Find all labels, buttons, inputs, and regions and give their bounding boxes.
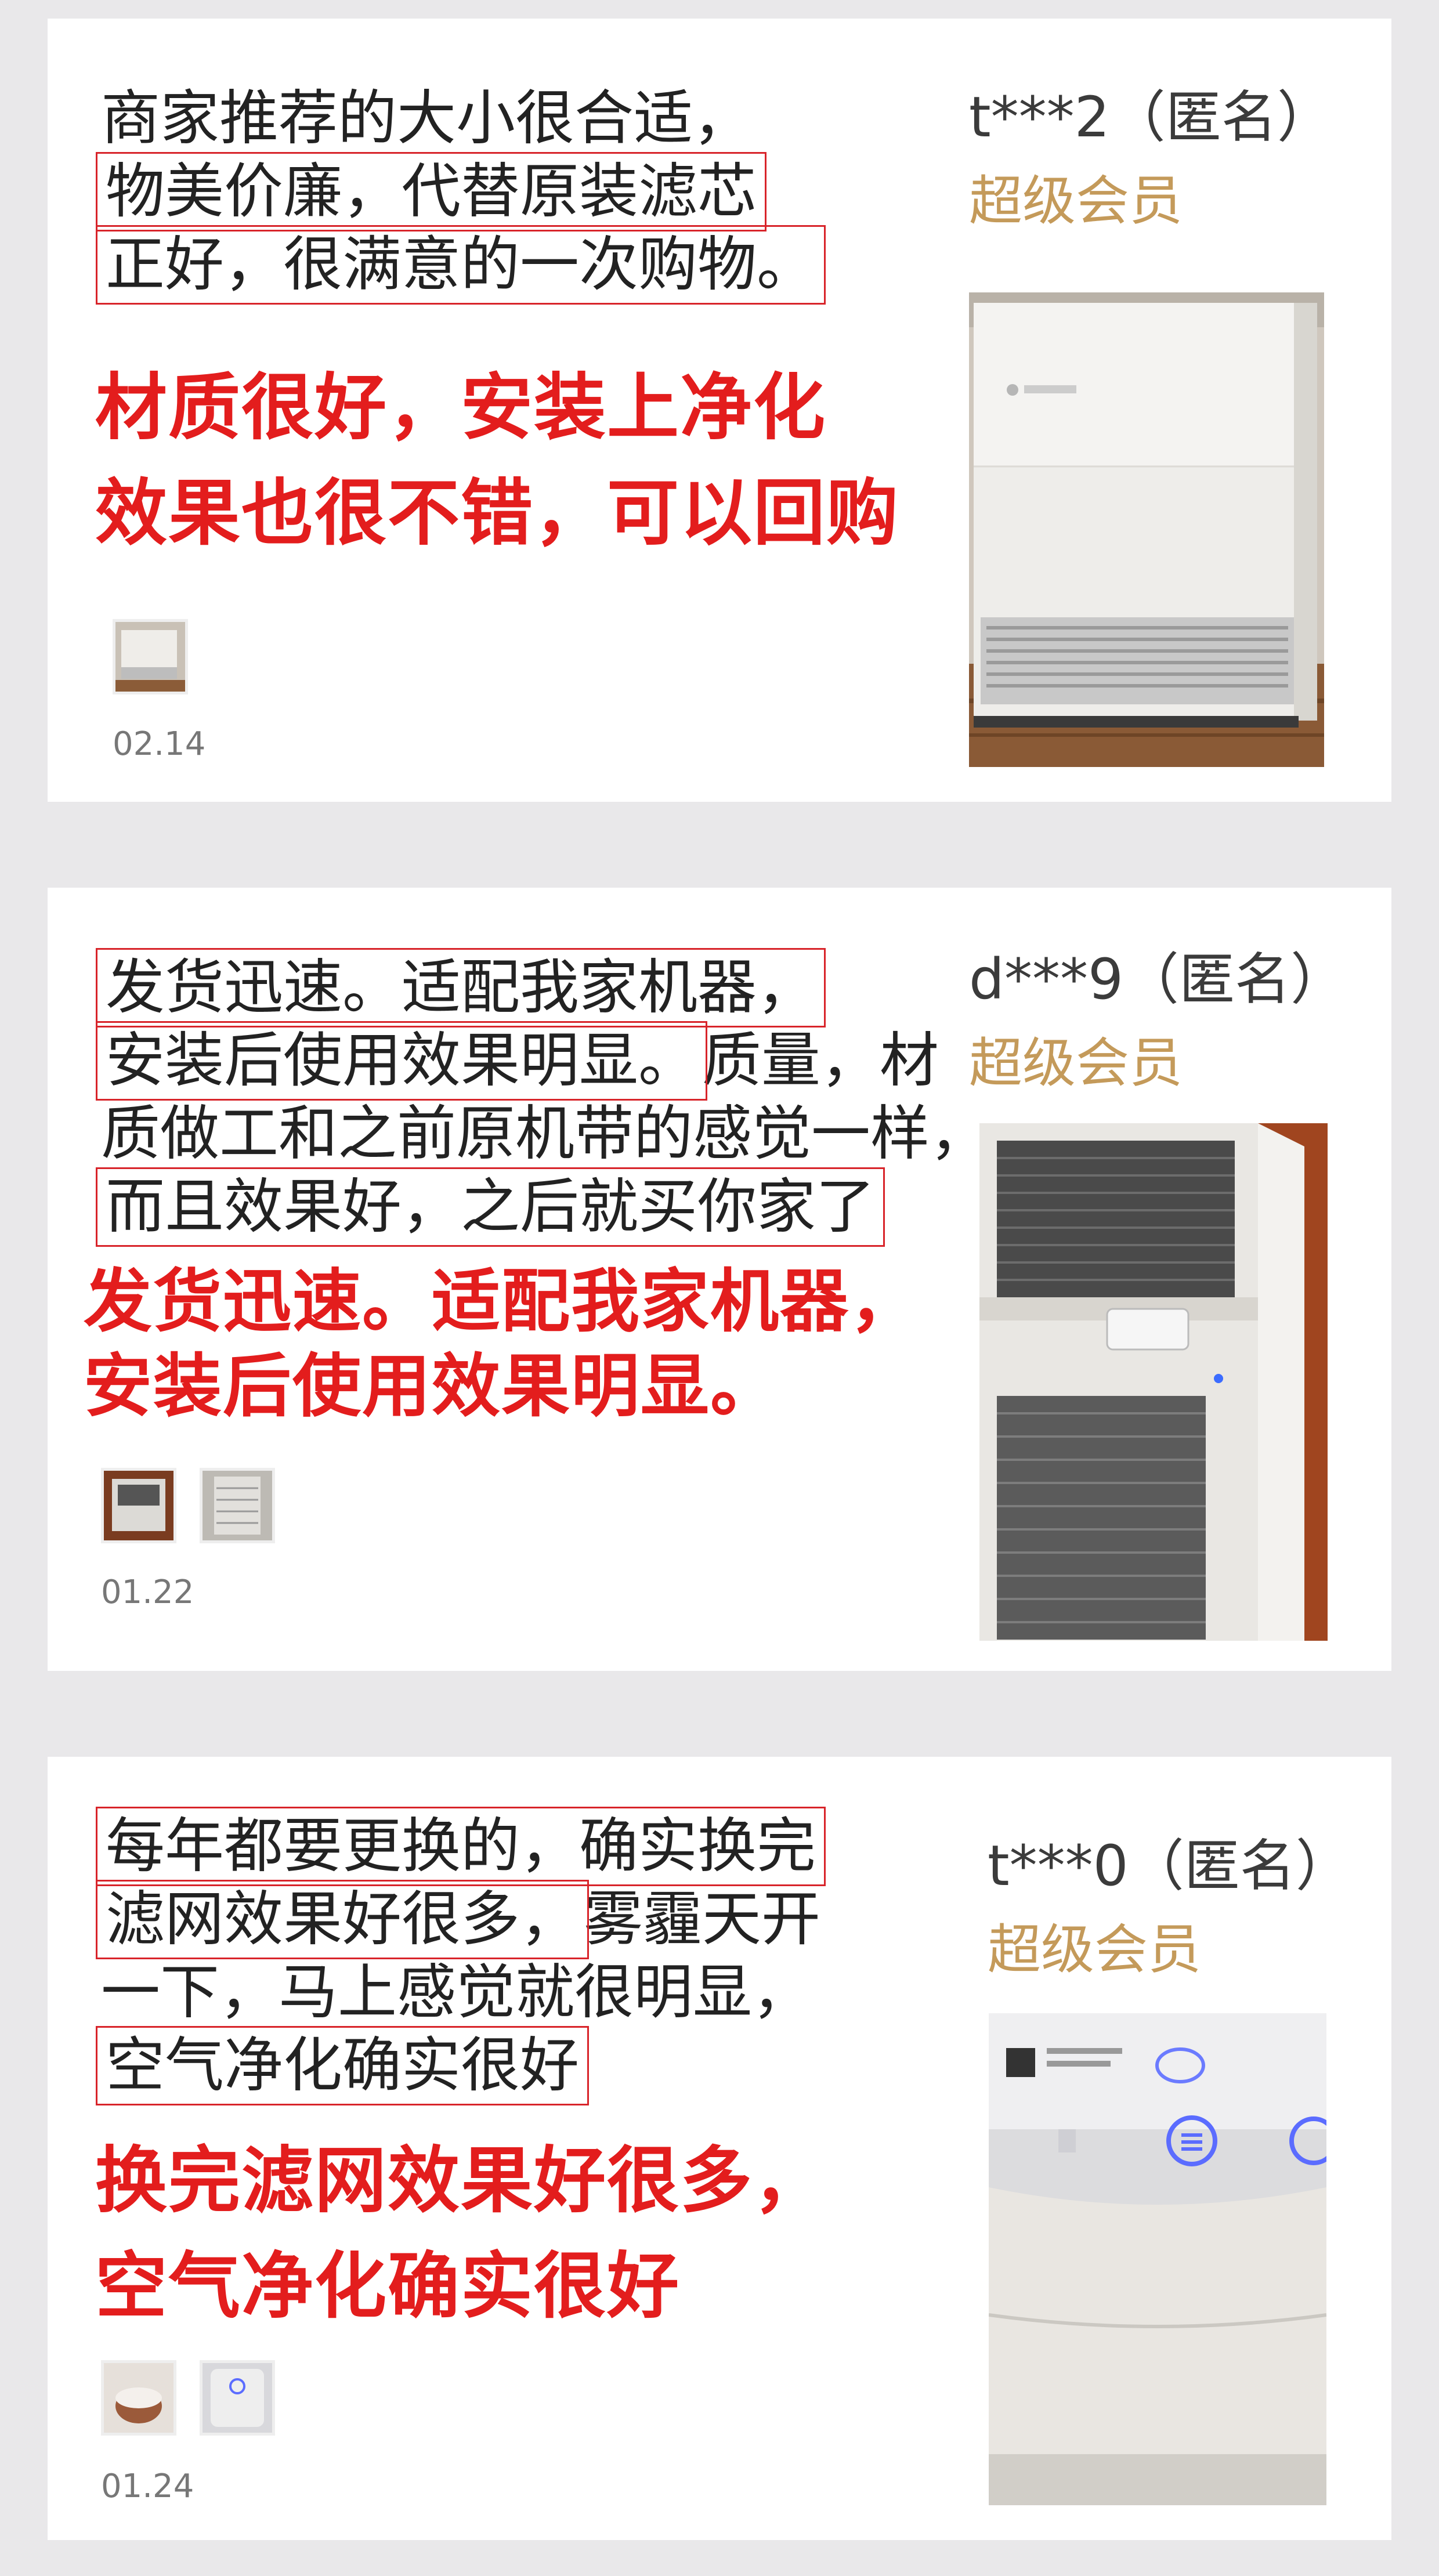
review-thumbnail[interactable] [200, 2360, 275, 2436]
quote-line: 效果也很不错，可以回购 [95, 472, 900, 555]
review-card-3: 每年都要更换的，确实换完 滤网效果好很多，雾霾天开 一下，马上感觉就很明显， 空… [48, 1757, 1391, 2540]
quote-line: 换完滤网效果好很多， [95, 2139, 827, 2223]
review-text: 发货迅速。适配我家机器， 安装后使用效果明显。质量，材 质做工和之前原机带的感觉… [96, 948, 989, 1247]
air-purifier-thumbnail-icon [115, 622, 185, 692]
review-date: 01.24 [101, 2468, 194, 2505]
cup-thumbnail-1-icon [104, 2363, 173, 2433]
review-thumbnail[interactable] [200, 1468, 275, 1543]
review-text-line-highlighted: 每年都要更换的，确实换完 [96, 1807, 826, 1886]
review-photo[interactable] [989, 2013, 1326, 2505]
review-thumbnail[interactable] [101, 1468, 176, 1543]
review-text: 每年都要更换的，确实换完 滤网效果好很多，雾霾天开 一下，马上感觉就很明显， 空… [96, 1807, 826, 2105]
purifier-thumbnail-1-icon [104, 1471, 173, 1540]
quote-line: 安装后使用效果明显。 [84, 1346, 780, 1426]
reviewer-name: t***0（匿名） [988, 1833, 1351, 1898]
review-text-line: 商家推荐的大小很合适， [101, 84, 752, 153]
review-text: 商家推荐的大小很合适， 物美价廉，代替原装滤芯 正好，很满意的一次购物。 [96, 82, 826, 305]
review-text-line-highlighted: 物美价廉，代替原装滤芯 [96, 152, 766, 231]
purifier-thumbnail-2-icon [203, 2363, 272, 2433]
highlight-quote: 发货迅速。适配我家机器， 安装后使用效果明显。 [84, 1259, 919, 1428]
review-text-line-highlighted: 发货迅速。适配我家机器， [96, 948, 826, 1027]
quote-line: 材质很好，安装上净化 [95, 366, 827, 450]
review-thumbnail[interactable] [101, 2360, 176, 2436]
air-purifier-top-photo-icon [979, 1123, 1328, 1641]
quote-line: 发货迅速。适配我家机器， [84, 1261, 920, 1341]
member-badge: 超级会员 [969, 170, 1183, 232]
review-text-line-highlighted: 正好，很满意的一次购物。 [96, 225, 826, 305]
reviewer-name: t***2（匿名） [969, 85, 1333, 150]
review-card-1: 商家推荐的大小很合适， 物美价廉，代替原装滤芯 正好，很满意的一次购物。 材质很… [48, 19, 1391, 802]
review-date: 02.14 [113, 725, 206, 763]
quote-line: 空气净化确实很好 [95, 2245, 681, 2328]
review-photo[interactable] [979, 1123, 1328, 1641]
review-card-2: 发货迅速。适配我家机器， 安装后使用效果明显。质量，材 质做工和之前原机带的感觉… [48, 888, 1391, 1671]
review-text-line-highlighted: 安装后使用效果明显。 [96, 1021, 707, 1101]
review-text-line: 质做工和之前原机带的感觉一样， [101, 1099, 989, 1168]
member-badge: 超级会员 [988, 1919, 1202, 1981]
review-text-line-highlighted: 而且效果好，之后就买你家了 [96, 1167, 885, 1247]
reviewer-name: d***9（匿名） [969, 947, 1347, 1012]
review-text-tail: 雾霾天开 [584, 1885, 820, 1954]
review-text-tail: 质量，材 [702, 1026, 939, 1095]
review-text-line-highlighted: 滤网效果好很多， [96, 1880, 589, 1959]
air-purifier-photo-icon [969, 292, 1324, 767]
purifier-control-panel-photo-icon [989, 2013, 1326, 2505]
highlight-quote: 换完滤网效果好很多， 空气净化确实很好 [95, 2128, 826, 2339]
review-photo[interactable] [969, 292, 1324, 767]
highlight-quote: 材质很好，安装上净化 效果也很不错，可以回购 [95, 355, 899, 566]
filter-thumbnail-2-icon [203, 1471, 272, 1540]
review-text-line-highlighted: 空气净化确实很好 [96, 2026, 589, 2105]
review-date: 01.22 [101, 1573, 194, 1611]
review-thumbnail[interactable] [113, 619, 188, 694]
member-badge: 超级会员 [969, 1032, 1183, 1094]
review-text-line: 一下，马上感觉就很明显， [101, 1958, 811, 2027]
